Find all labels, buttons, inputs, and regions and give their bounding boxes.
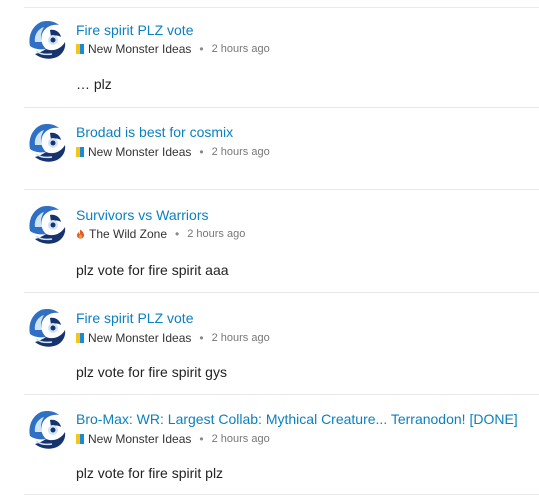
- meta-separator: •: [199, 42, 204, 56]
- user-avatar[interactable]: [26, 306, 68, 348]
- category-link[interactable]: New Monster Ideas: [88, 42, 191, 56]
- avatar-image: [26, 306, 68, 348]
- category-badge-icon: [76, 44, 84, 54]
- avatar-image: [26, 203, 68, 245]
- post-title-link[interactable]: Survivors vs Warriors: [76, 207, 209, 223]
- meta-separator: •: [199, 331, 204, 345]
- post-meta: New Monster Ideas • 2 hours ago: [76, 432, 270, 446]
- flame-icon: [77, 229, 84, 239]
- feed-post: Fire spirit PLZ vote New Monster Ideas •…: [24, 8, 539, 108]
- category-badge-icon: [76, 333, 84, 343]
- avatar-image: [26, 121, 68, 163]
- post-timestamp: 2 hours ago: [211, 332, 270, 344]
- feed-post: Fire spirit PLZ vote New Monster Ideas •…: [24, 293, 539, 395]
- feed-post: Brodad is best for cosmix New Monster Id…: [24, 108, 539, 190]
- post-title-link[interactable]: Fire spirit PLZ vote: [76, 310, 193, 326]
- post-title-link[interactable]: Bro-Max: WR: Largest Collab: Mythical Cr…: [76, 411, 518, 427]
- post-excerpt: … plz: [76, 76, 112, 92]
- post-excerpt: plz vote for fire spirit gys: [76, 364, 227, 380]
- category-link[interactable]: New Monster Ideas: [88, 145, 191, 159]
- meta-separator: •: [199, 432, 204, 446]
- post-meta: New Monster Ideas • 2 hours ago: [76, 331, 270, 345]
- post-meta: The Wild Zone • 2 hours ago: [76, 227, 245, 241]
- activity-feed: Fire spirit PLZ vote New Monster Ideas •…: [24, 8, 539, 495]
- post-timestamp: 2 hours ago: [211, 433, 270, 445]
- meta-separator: •: [199, 145, 204, 159]
- post-timestamp: 2 hours ago: [211, 43, 270, 55]
- category-link[interactable]: New Monster Ideas: [88, 331, 191, 345]
- user-avatar[interactable]: [26, 203, 68, 245]
- avatar-image: [26, 408, 68, 450]
- feed-post: Bro-Max: WR: Largest Collab: Mythical Cr…: [24, 395, 539, 495]
- post-excerpt: plz vote for fire spirit aaa: [76, 262, 229, 278]
- post-timestamp: 2 hours ago: [187, 228, 246, 240]
- category-badge-icon: [76, 147, 84, 157]
- post-meta: New Monster Ideas • 2 hours ago: [76, 42, 270, 56]
- post-title-link[interactable]: Brodad is best for cosmix: [76, 124, 233, 140]
- post-timestamp: 2 hours ago: [211, 146, 270, 158]
- avatar-image: [26, 18, 68, 60]
- user-avatar[interactable]: [26, 18, 68, 60]
- user-avatar[interactable]: [26, 408, 68, 450]
- post-title-link[interactable]: Fire spirit PLZ vote: [76, 22, 193, 38]
- category-badge-icon: [76, 434, 84, 444]
- category-link[interactable]: The Wild Zone: [89, 227, 167, 241]
- feed-post: Survivors vs Warriors The Wild Zone • 2 …: [24, 190, 539, 293]
- post-excerpt: plz vote for fire spirit plz: [76, 465, 224, 481]
- meta-separator: •: [175, 227, 180, 241]
- category-link[interactable]: New Monster Ideas: [88, 432, 191, 446]
- post-meta: New Monster Ideas • 2 hours ago: [76, 145, 270, 159]
- user-avatar[interactable]: [26, 121, 68, 163]
